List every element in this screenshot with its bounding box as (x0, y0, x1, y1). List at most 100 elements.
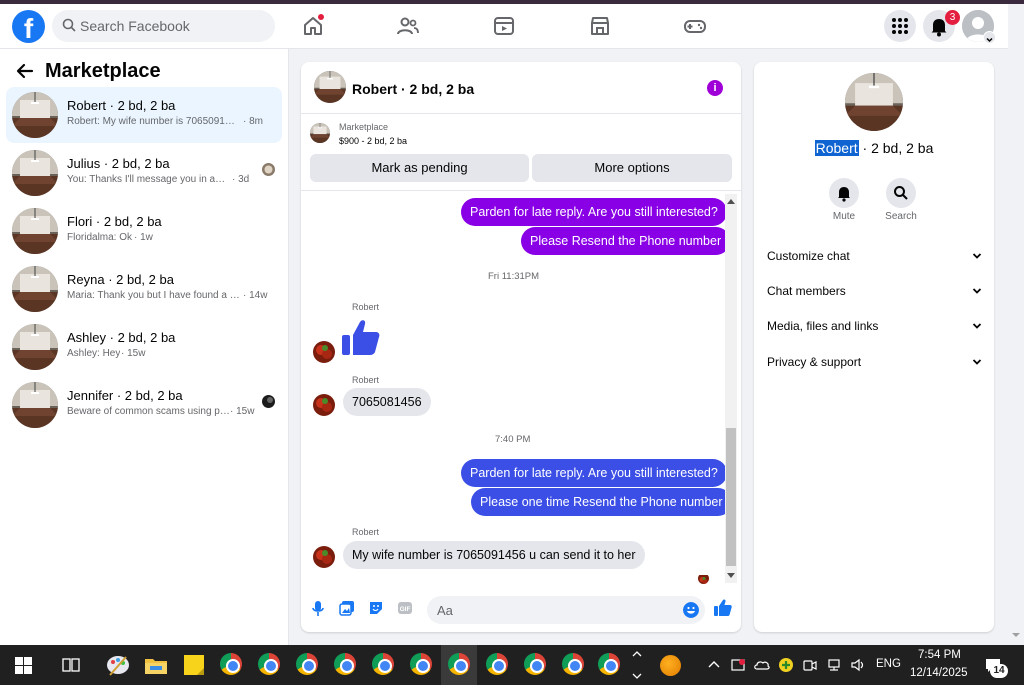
section-label: Media, files and links (767, 319, 879, 333)
chat-listing-thumbnail[interactable] (314, 71, 346, 103)
network-icon[interactable] (826, 657, 842, 673)
mute-label: Mute (832, 211, 856, 222)
clock-date[interactable]: 12/14/2025 (910, 667, 968, 679)
outgoing-message: Please one time Resend the Phone number (471, 488, 732, 516)
chrome-taskbar-icon[interactable] (258, 653, 280, 675)
task-view-icon[interactable] (62, 656, 80, 674)
windows-start-icon[interactable] (15, 657, 32, 674)
listing-summary[interactable]: Marketplace $900 - 2 bd, 2 ba (301, 115, 741, 153)
search-input[interactable] (80, 10, 265, 42)
search-icon (62, 18, 76, 32)
video-icon[interactable] (492, 14, 516, 38)
microphone-icon[interactable] (311, 600, 325, 618)
conversation-snippet: Robert: My wife number is 7065091456 u c… (67, 116, 237, 127)
bell-icon (838, 187, 850, 202)
message-thread: Parden for late reply. Are you still int… (301, 190, 741, 582)
chrome-taskbar-icon[interactable] (220, 653, 242, 675)
chrome-taskbar-icon[interactable] (562, 653, 584, 675)
more-options-button[interactable]: More options (532, 154, 732, 182)
chevron-down-icon (972, 288, 982, 294)
conversation-time: · 15w (230, 406, 255, 417)
chat-title[interactable]: Robert · 2 bd, 2 ba (352, 81, 474, 97)
media-files-links-section[interactable]: Media, files and links (767, 319, 982, 339)
conversation-list-panel: Marketplace Robert · 2 bd, 2 ba Robert: … (0, 49, 289, 645)
sticker-icon[interactable] (368, 600, 384, 616)
scroll-up-icon[interactable] (727, 198, 735, 204)
conversation-item[interactable]: Ashley · 2 bd, 2 ba Ashley: Hey · 15w (6, 319, 282, 375)
gaming-icon[interactable] (683, 14, 707, 38)
security-plus-icon[interactable] (778, 657, 794, 673)
facebook-logo[interactable]: f (12, 10, 45, 43)
back-arrow-icon[interactable] (16, 62, 34, 80)
customize-chat-section[interactable]: Customize chat (767, 249, 982, 269)
notification-badge: 3 (945, 10, 960, 25)
message-input-box[interactable] (427, 596, 705, 624)
chrome-taskbar-icon-active[interactable] (448, 653, 470, 675)
conversation-name: Robert · 2 bd, 2 ba (67, 98, 176, 113)
scroll-down-icon[interactable] (1012, 631, 1020, 639)
chrome-taskbar-icon[interactable] (486, 653, 508, 675)
info-icon[interactable]: i (707, 80, 723, 96)
mute-button[interactable] (829, 178, 859, 208)
chrome-taskbar-icon[interactable] (598, 653, 620, 675)
listing-thumbnail (12, 150, 58, 196)
seen-avatar (262, 163, 275, 176)
chrome-taskbar-icon[interactable] (334, 653, 356, 675)
chrome-taskbar-icon[interactable] (372, 653, 394, 675)
gif-icon[interactable]: GIF (397, 600, 413, 616)
volume-icon[interactable] (850, 657, 866, 673)
sender-avatar[interactable] (313, 341, 335, 363)
conversation-item[interactable]: Flori · 2 bd, 2 ba Floridalma: Ok · 1w (6, 203, 282, 259)
timestamp: 7:40 PM (495, 434, 531, 445)
sender-avatar[interactable] (313, 394, 335, 416)
outgoing-message: Please Resend the Phone number (521, 227, 731, 255)
search-conversation-button[interactable] (886, 178, 916, 208)
conversation-item[interactable]: Jennifer · 2 bd, 2 ba Beware of common s… (6, 377, 282, 433)
chrome-taskbar-icon[interactable] (296, 653, 318, 675)
defender-icon[interactable] (730, 657, 746, 673)
message-input[interactable] (437, 596, 677, 624)
meet-now-icon[interactable] (802, 657, 818, 673)
chevron-up-icon[interactable] (706, 657, 722, 673)
search-icon (894, 186, 908, 200)
listing-profile-image[interactable] (845, 73, 903, 131)
account-chevron[interactable] (983, 31, 996, 44)
taskbar-scroll-icon[interactable] (632, 648, 642, 682)
photo-icon[interactable] (339, 600, 355, 616)
conversation-snippet: Maria: Thank you but I have found a plac… (67, 290, 240, 301)
page-scrollbar[interactable] (1008, 4, 1024, 645)
chat-scroll-thumb[interactable] (726, 428, 736, 566)
onedrive-icon[interactable] (754, 657, 770, 673)
privacy-support-section[interactable]: Privacy & support (767, 355, 982, 375)
scroll-down-icon[interactable] (727, 573, 735, 579)
search-box[interactable] (52, 10, 275, 42)
clock-time[interactable]: 7:54 PM (918, 649, 961, 661)
conversation-name: Ashley · 2 bd, 2 ba (67, 330, 176, 345)
paint-app-icon[interactable] (104, 651, 132, 679)
menu-button[interactable] (884, 10, 916, 42)
conversation-time: · 8m (243, 116, 263, 127)
conversation-snippet: Ashley: Hey (67, 348, 121, 359)
read-receipt-avatar (698, 573, 709, 584)
language-indicator[interactable]: ENG (876, 658, 901, 670)
file-explorer-icon[interactable] (142, 651, 170, 679)
weather-icon[interactable] (660, 655, 681, 676)
like-icon[interactable] (713, 598, 733, 618)
conversation-time: · 3d (232, 174, 250, 185)
chrome-taskbar-icon[interactable] (524, 653, 546, 675)
chrome-taskbar-icon[interactable] (410, 653, 432, 675)
chat-scrollbar[interactable] (725, 194, 737, 583)
chat-members-section[interactable]: Chat members (767, 284, 982, 304)
emoji-icon[interactable] (683, 602, 699, 618)
sticky-notes-icon[interactable] (180, 651, 208, 679)
listing-thumbnail (12, 266, 58, 312)
conversation-item[interactable]: Reyna · 2 bd, 2 ba Maria: Thank you but … (6, 261, 282, 317)
sender-avatar[interactable] (313, 546, 335, 568)
friends-icon[interactable] (396, 14, 420, 38)
conversation-item[interactable]: Robert · 2 bd, 2 ba Robert: My wife numb… (6, 87, 282, 143)
marketplace-icon[interactable] (588, 14, 612, 38)
mark-as-pending-button[interactable]: Mark as pending (310, 154, 529, 182)
chat-header: Robert · 2 bd, 2 ba i (301, 62, 741, 114)
conversation-item[interactable]: Julius · 2 bd, 2 ba You: Thanks I'll mes… (6, 145, 282, 201)
details-title-highlight: Robert (814, 140, 859, 156)
